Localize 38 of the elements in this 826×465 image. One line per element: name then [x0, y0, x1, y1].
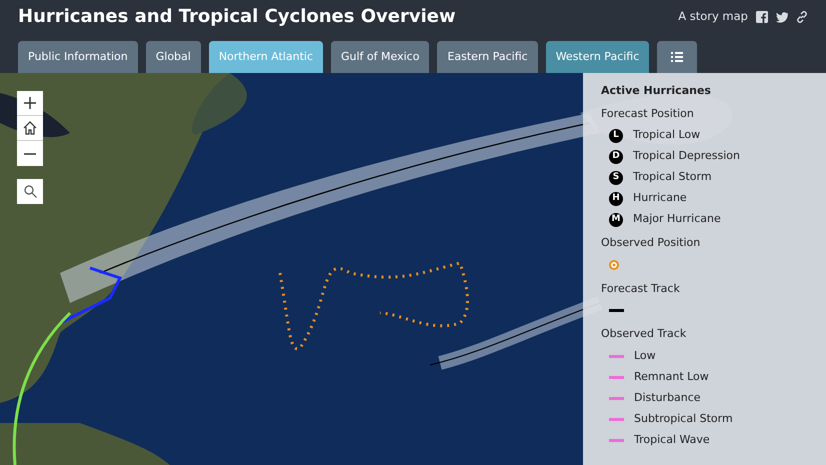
legend-label: Tropical Depression: [633, 148, 740, 164]
tab[interactable]: Global: [146, 41, 201, 73]
facebook-icon[interactable]: [756, 11, 768, 23]
legend-heading: Observed Track: [601, 326, 688, 342]
legend-label: Remnant Low: [634, 368, 709, 385]
tab[interactable]: Eastern Pacific: [437, 41, 538, 73]
search-button[interactable]: [17, 179, 43, 204]
legend-label: Subtropical Storm: [634, 410, 733, 427]
twitter-icon[interactable]: [776, 11, 788, 23]
tagline: A story map: [678, 8, 748, 26]
minus-icon: [24, 152, 36, 154]
search-icon: [24, 185, 36, 198]
legend-label: Tropical Low: [633, 127, 700, 144]
symbol-marker: H: [609, 192, 623, 206]
legend-heading: Forecast Track: [601, 280, 681, 296]
legend-label: Major Hurricane: [633, 211, 721, 228]
tab[interactable]: Western Pacific: [546, 41, 650, 73]
list-tab[interactable]: [657, 41, 698, 73]
link-icon[interactable]: [796, 11, 808, 23]
home-icon: [23, 121, 37, 135]
legend-label: Tropical Storm: [633, 169, 712, 186]
legend-label: Tropical Wave: [634, 432, 710, 448]
legend-label: Hurricane: [633, 190, 687, 206]
legend-heading: Observed Position: [601, 235, 702, 251]
legend-title: Active Hurricanes: [601, 83, 712, 99]
tab[interactable]: Public Information: [18, 41, 138, 73]
symbol-marker: D: [609, 150, 623, 164]
tab[interactable]: Gulf of Mexico: [331, 41, 430, 73]
legend-label: Disturbance: [634, 390, 701, 406]
page-title: Hurricanes and Tropical Cyclones Overview: [18, 5, 456, 29]
zoom-in-button[interactable]: [17, 91, 43, 116]
symbol-marker: S: [609, 170, 623, 184]
symbol-marker: L: [609, 128, 623, 142]
list-icon: [671, 52, 684, 62]
symbol-marker: M: [609, 212, 623, 226]
legend-heading: Forecast Position: [601, 106, 695, 122]
legend-label: Low: [634, 348, 656, 364]
plus-icon: [24, 97, 36, 109]
